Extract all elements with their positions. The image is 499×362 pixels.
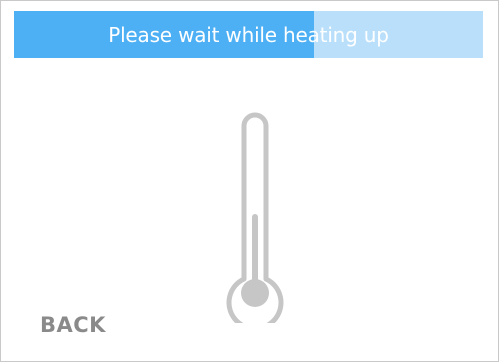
heating-screen: Please wait while heating up BACK	[0, 0, 499, 362]
thermometer-icon	[226, 112, 284, 323]
back-button[interactable]: BACK	[40, 315, 106, 336]
status-message: Please wait while heating up	[108, 22, 389, 47]
thermometer-bulb	[241, 279, 269, 307]
heating-progress-bar: Please wait while heating up	[14, 11, 483, 58]
